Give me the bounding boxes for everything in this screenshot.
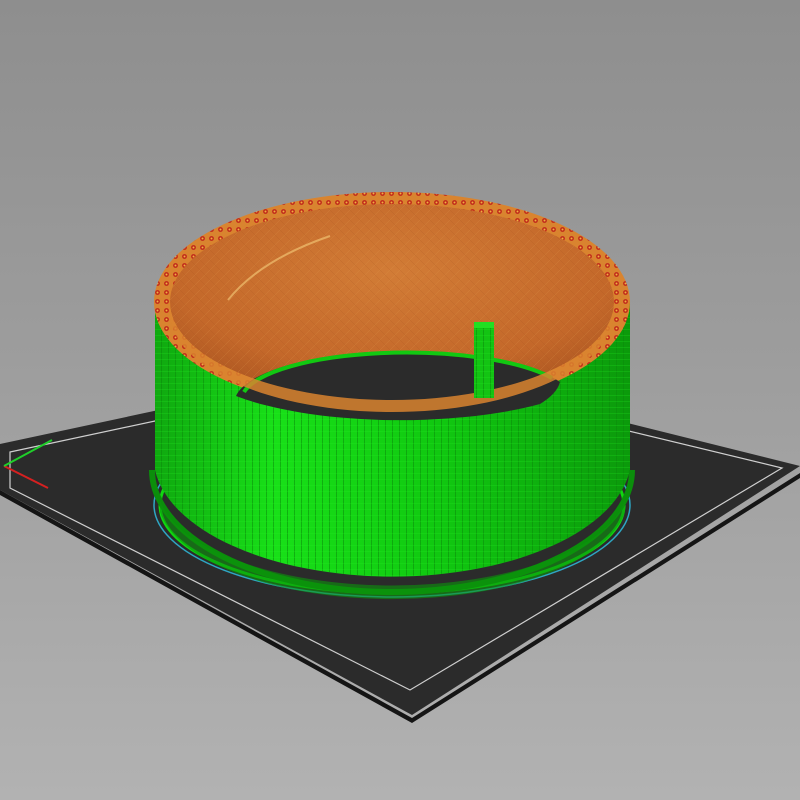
3d-scene	[0, 192, 800, 723]
internal-support-post	[474, 322, 494, 398]
print-model-ring[interactable]	[149, 192, 635, 600]
3d-preview-viewport[interactable]	[0, 0, 800, 800]
